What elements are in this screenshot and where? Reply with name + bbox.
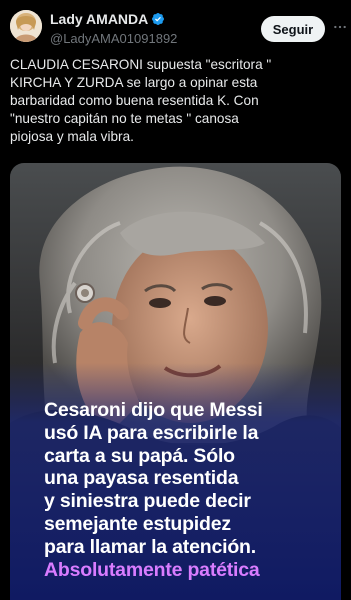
caption-line: usó IA para escribirle la (44, 421, 259, 444)
more-options-icon[interactable] (333, 20, 347, 34)
caption-line: carta a su papá. Sólo (44, 444, 235, 467)
avatar-image (10, 10, 42, 42)
tweet-text-line: CLAUDIA CESARONI supuesta "escritora " (10, 57, 272, 72)
caption-accent: Absolutamente patética (44, 558, 260, 581)
tweet-text-line: KIRCHA Y ZURDA se largo a opinar esta (10, 75, 258, 90)
tweet-text-line: "nuestro capitán no te metas " canosa (10, 111, 239, 126)
display-name[interactable]: Lady AMANDA (50, 11, 148, 27)
caption-line: y siniestra puede decir (44, 490, 251, 513)
tweet: Lady AMANDA @LadyAMA01091892 Seguir CLAU… (0, 0, 351, 600)
caption-line: una payasa resentida (44, 467, 239, 490)
tweet-media[interactable]: Cesaroni dijo que Messi usó IA para escr… (10, 163, 341, 600)
name-row: Lady AMANDA (50, 11, 165, 27)
follow-button[interactable]: Seguir (261, 16, 325, 42)
avatar[interactable] (10, 10, 42, 42)
verified-badge-icon (152, 13, 165, 25)
tweet-header: Lady AMANDA @LadyAMA01091892 Seguir (0, 0, 351, 52)
tweet-text-line: piojosa y mala vibra. (10, 129, 134, 144)
caption-line: semejante estupidez (44, 512, 231, 535)
caption-line: para llamar la atención. (44, 535, 256, 558)
caption-line: Cesaroni dijo que Messi (44, 399, 263, 421)
tweet-text: CLAUDIA CESARONI supuesta "escritora " K… (10, 56, 346, 146)
user-handle[interactable]: @LadyAMA01091892 (50, 31, 177, 46)
media-caption: Cesaroni dijo que Messi usó IA para escr… (44, 399, 334, 581)
tweet-text-line: barbaridad como buena resentida K. Con (10, 93, 259, 108)
